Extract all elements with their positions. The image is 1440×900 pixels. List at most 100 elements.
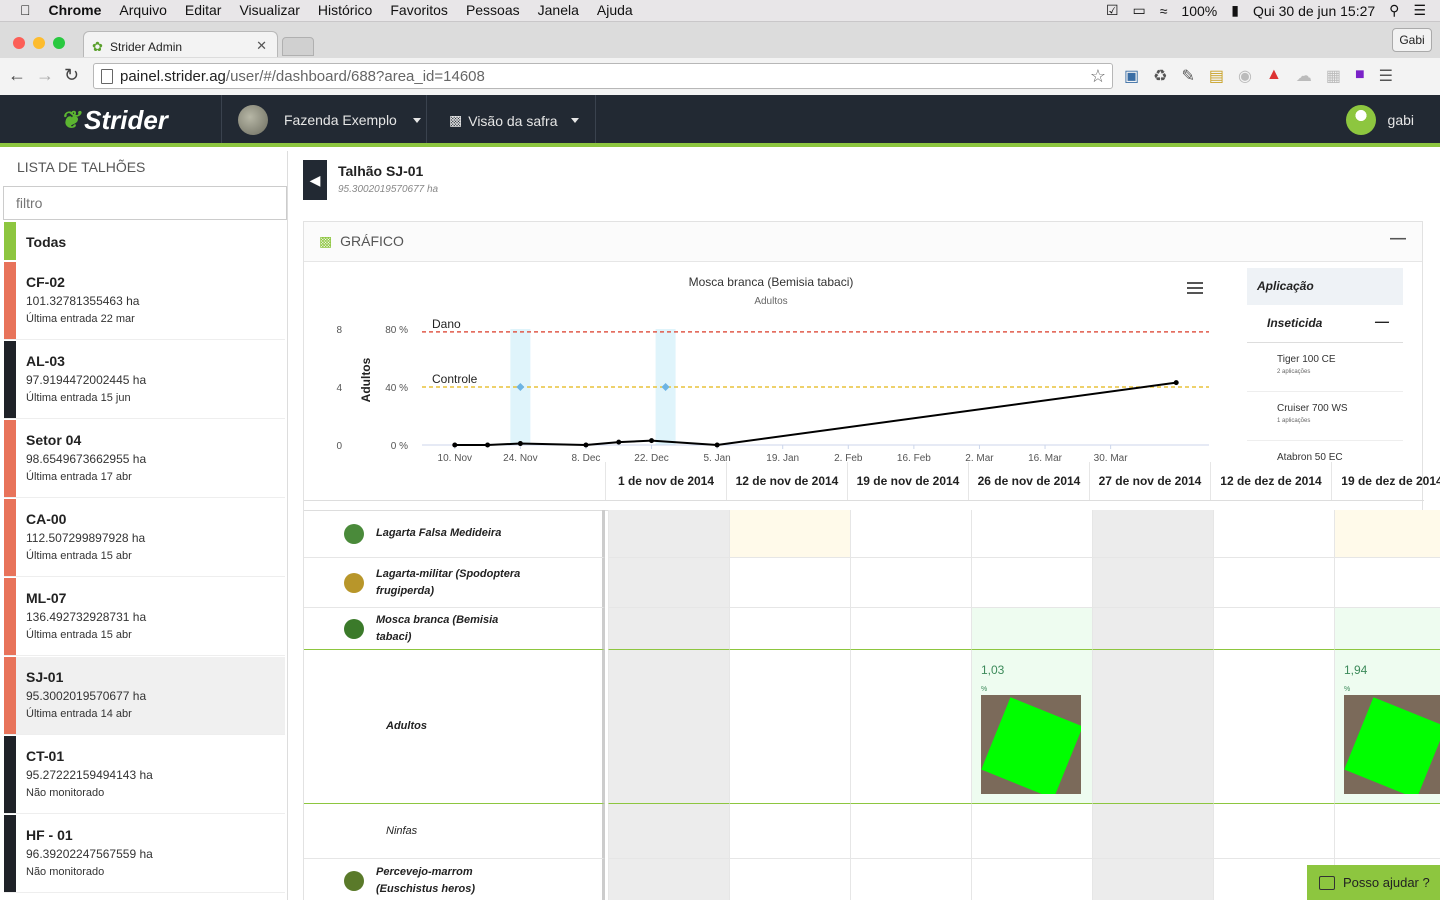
menu-arquivo[interactable]: Arquivo xyxy=(119,2,166,18)
profile-button[interactable]: Gabi xyxy=(1392,28,1432,52)
sidebar-item-plot[interactable]: CT-01 95.27222159494143 ha Não monitorado xyxy=(4,736,285,814)
sidebar-item-plot[interactable]: SJ-01 95.3002019570677 ha Última entrada 1… xyxy=(4,657,285,735)
puzzle-extension-icon[interactable]: ▦ xyxy=(1326,66,1341,86)
user-menu[interactable]: gabi xyxy=(1345,105,1414,135)
forward-arrow-icon[interactable]: → xyxy=(36,65,54,86)
farm-selector[interactable]: Fazenda Exemplo xyxy=(238,105,421,135)
apple-icon[interactable]:  xyxy=(20,2,31,18)
sidebar-item-plot[interactable]: HF - 01 96.39202247567559 ha Não monitorad… xyxy=(4,815,285,893)
grid-cell[interactable] xyxy=(608,650,729,804)
clock[interactable]: Qui 30 de jun 15:27 xyxy=(1253,3,1375,19)
grid-cell[interactable] xyxy=(850,650,971,804)
grid-cell[interactable] xyxy=(971,859,1092,900)
grid-cell[interactable] xyxy=(971,804,1092,859)
spotlight-search-icon[interactable]: ⚲ xyxy=(1389,2,1399,19)
grid-cell[interactable] xyxy=(1213,650,1334,804)
angular-extension-icon[interactable]: ▲ xyxy=(1266,66,1282,86)
data-point[interactable] xyxy=(1173,380,1179,386)
grid-cell[interactable] xyxy=(971,558,1092,608)
grid-cell[interactable] xyxy=(608,804,729,859)
vimeo-extension-icon[interactable]: ◉ xyxy=(1238,66,1252,86)
address-bar[interactable]: painel.strider.ag/user/#/dashboard/688?a… xyxy=(93,63,1113,89)
grid-cell[interactable] xyxy=(850,558,971,608)
wifi-icon[interactable]: ≈ xyxy=(1160,3,1168,19)
grid-cell[interactable] xyxy=(729,804,850,859)
grid-cell[interactable] xyxy=(729,558,850,608)
grid-cell[interactable] xyxy=(1213,510,1334,558)
sidebar-item-plot[interactable]: CF-02 101.32781355463 ha Última entrada 22… xyxy=(4,262,285,340)
grid-cell[interactable] xyxy=(1334,558,1440,608)
data-point[interactable] xyxy=(517,441,523,447)
grid-cell[interactable] xyxy=(850,859,971,900)
grid-row-label[interactable]: Mosca branca (Bemisia tabaci) xyxy=(304,608,605,650)
grid-cell[interactable] xyxy=(1092,859,1213,900)
window-minimize-button[interactable] xyxy=(33,37,45,49)
view-selector[interactable]: ▩ Visão da safra xyxy=(449,112,580,129)
grid-cell[interactable] xyxy=(608,608,729,650)
grid-cell[interactable] xyxy=(729,650,850,804)
grid-cell[interactable] xyxy=(729,510,850,558)
grid-cell[interactable] xyxy=(1334,510,1440,558)
collapse-panel-button[interactable]: — xyxy=(1390,230,1406,248)
sidebar-item-plot[interactable]: AL-03 97.9194472002445 ha Última entrada 1… xyxy=(4,341,285,419)
collapse-group-icon[interactable]: — xyxy=(1375,313,1389,329)
data-point[interactable] xyxy=(616,439,622,445)
grid-row-label[interactable]: Percevejo-marrom (Euschistus heros) xyxy=(304,859,605,900)
grid-cell[interactable] xyxy=(1092,650,1213,804)
menu-janela[interactable]: Janela xyxy=(538,2,579,18)
plot-thumbnail[interactable] xyxy=(981,695,1081,794)
grid-cell[interactable] xyxy=(1334,608,1440,650)
window-close-button[interactable] xyxy=(13,37,25,49)
tab-close-icon[interactable]: ✕ xyxy=(256,38,267,54)
grid-cell[interactable] xyxy=(608,510,729,558)
grid-row-label[interactable]: Lagarta-militar (Spodoptera frugiperda) xyxy=(304,558,605,608)
sidebar-item-plot[interactable]: ML-07 136.492732928731 ha Última entrada 1… xyxy=(4,578,285,656)
menu-pessoas[interactable]: Pessoas xyxy=(466,2,520,18)
grid-cell[interactable] xyxy=(1092,510,1213,558)
grid-cell[interactable] xyxy=(1092,804,1213,859)
plot-thumbnail[interactable] xyxy=(1344,695,1440,794)
notification-center-icon[interactable]: ☰ xyxy=(1413,2,1426,19)
grid-cell[interactable] xyxy=(729,608,850,650)
menu-editar[interactable]: Editar xyxy=(185,2,222,18)
grid-cell[interactable] xyxy=(1213,608,1334,650)
browser-tab[interactable]: ✿ Strider Admin ✕ xyxy=(83,31,278,57)
menu-visualizar[interactable]: Visualizar xyxy=(239,2,299,18)
cast-extension-icon[interactable]: ▣ xyxy=(1124,66,1139,86)
data-point[interactable] xyxy=(649,438,655,444)
chrome-menu-icon[interactable]: ☰ xyxy=(1379,66,1393,86)
airplay-icon[interactable]: ▭ xyxy=(1133,2,1146,19)
check-icon[interactable]: ☑ xyxy=(1106,2,1119,19)
help-chat-button[interactable]: Posso ajudar ? xyxy=(1307,865,1440,900)
data-point[interactable] xyxy=(485,442,491,448)
grid-cell[interactable] xyxy=(1334,804,1440,859)
menu-favoritos[interactable]: Favoritos xyxy=(390,2,448,18)
back-arrow-icon[interactable]: ← xyxy=(8,65,26,86)
new-tab-button[interactable] xyxy=(282,37,314,56)
sidebar-item-plot[interactable]: Setor 04 98.6549673662955 ha Última entrad… xyxy=(4,420,285,498)
sidebar-item-all[interactable]: Todas xyxy=(4,222,285,260)
grid-cell[interactable] xyxy=(1213,804,1334,859)
sidebar-item-plot[interactable]: CA-00 112.507299897928 ha Última entrada 1… xyxy=(4,499,285,577)
grid-cell[interactable] xyxy=(971,608,1092,650)
eyedropper-extension-icon[interactable]: ✎ xyxy=(1181,66,1194,86)
menu-ajuda[interactable]: Ajuda xyxy=(597,2,633,18)
grid-cell[interactable] xyxy=(971,510,1092,558)
cloud-extension-icon[interactable]: ☁ xyxy=(1296,66,1312,86)
filter-input[interactable] xyxy=(3,186,287,220)
window-maximize-button[interactable] xyxy=(53,37,65,49)
grid-cell[interactable] xyxy=(850,510,971,558)
grid-cell[interactable] xyxy=(1092,558,1213,608)
data-point[interactable] xyxy=(452,442,458,448)
ruler-extension-icon[interactable]: ▤ xyxy=(1209,66,1224,86)
reload-icon[interactable]: ↻ xyxy=(64,65,79,86)
grid-row-label[interactable]: Ninfas xyxy=(304,804,605,859)
data-point[interactable] xyxy=(583,442,589,448)
grid-cell[interactable] xyxy=(729,859,850,900)
legend-group[interactable]: Inseticida — xyxy=(1247,305,1403,343)
chart-menu-icon[interactable] xyxy=(1187,282,1203,294)
data-point[interactable] xyxy=(714,442,720,448)
m-extension-icon[interactable]: ■ xyxy=(1355,66,1365,86)
grid-cell[interactable] xyxy=(608,558,729,608)
grid-cell[interactable] xyxy=(608,859,729,900)
